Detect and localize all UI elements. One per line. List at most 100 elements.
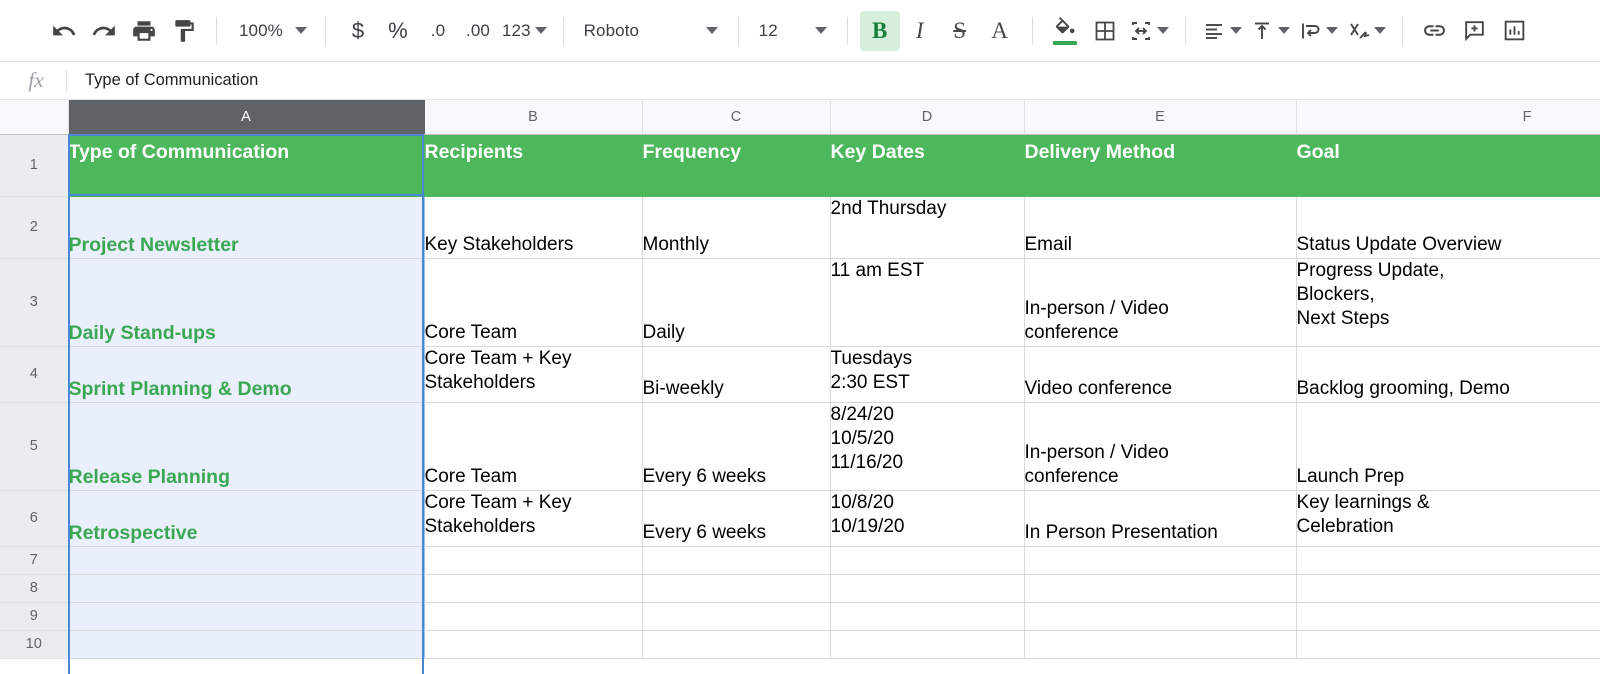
cell-e5[interactable]: In-person / Video conference bbox=[1024, 402, 1297, 491]
row-header-9[interactable]: 9 bbox=[0, 602, 69, 631]
cell-a4[interactable]: Sprint Planning & Demo bbox=[68, 346, 425, 403]
cell-b9[interactable] bbox=[424, 602, 643, 631]
cell-e1[interactable]: Delivery Method bbox=[1024, 134, 1297, 197]
cell-c6[interactable]: Every 6 weeks bbox=[642, 490, 831, 547]
vertical-align-button[interactable] bbox=[1246, 11, 1294, 51]
column-header-f[interactable]: F bbox=[1296, 100, 1600, 135]
cell-f2[interactable]: Status Update Overview bbox=[1296, 196, 1600, 259]
increase-decimal-button[interactable]: .00 bbox=[458, 11, 498, 51]
row-header-10[interactable]: 10 bbox=[0, 630, 69, 659]
row-header-7[interactable]: 7 bbox=[0, 546, 69, 575]
cell-e7[interactable] bbox=[1024, 546, 1297, 575]
insert-comment-button[interactable] bbox=[1455, 11, 1495, 51]
zoom-control[interactable]: 100% bbox=[229, 11, 313, 51]
cell-a5[interactable]: Release Planning bbox=[68, 402, 425, 491]
formula-bar[interactable]: fx Type of Communication bbox=[0, 62, 1600, 100]
cell-e6[interactable]: In Person Presentation bbox=[1024, 490, 1297, 547]
print-button[interactable] bbox=[124, 11, 164, 51]
cell-d2[interactable]: 2nd Thursday bbox=[830, 196, 1025, 259]
cell-b5[interactable]: Core Team bbox=[424, 402, 643, 491]
cell-e10[interactable] bbox=[1024, 630, 1297, 659]
cell-d9[interactable] bbox=[830, 602, 1025, 631]
horizontal-align-button[interactable] bbox=[1198, 11, 1246, 51]
cell-c8[interactable] bbox=[642, 574, 831, 603]
borders-button[interactable] bbox=[1085, 11, 1125, 51]
font-family-select[interactable]: Roboto bbox=[576, 11, 726, 51]
row-header-1[interactable]: 1 bbox=[0, 134, 69, 197]
bold-button[interactable]: B bbox=[859, 10, 900, 51]
text-wrap-button[interactable] bbox=[1294, 11, 1342, 51]
column-header-d[interactable]: D bbox=[830, 100, 1025, 135]
paint-format-button[interactable] bbox=[164, 11, 204, 51]
decrease-decimal-button[interactable]: .0 bbox=[418, 11, 458, 51]
cell-a10[interactable] bbox=[68, 630, 425, 659]
cell-d4[interactable]: Tuesdays 2:30 EST bbox=[830, 346, 1025, 403]
cell-c7[interactable] bbox=[642, 546, 831, 575]
cell-b2[interactable]: Key Stakeholders bbox=[424, 196, 643, 259]
cell-a3[interactable]: Daily Stand-ups bbox=[68, 258, 425, 347]
cell-b10[interactable] bbox=[424, 630, 643, 659]
font-size-select[interactable]: 12 bbox=[751, 11, 835, 51]
row-header-5[interactable]: 5 bbox=[0, 402, 69, 491]
cell-a1[interactable]: Type of Communication bbox=[68, 134, 425, 197]
cell-e8[interactable] bbox=[1024, 574, 1297, 603]
cell-c2[interactable]: Monthly bbox=[642, 196, 831, 259]
cell-f8[interactable] bbox=[1296, 574, 1600, 603]
cell-a9[interactable] bbox=[68, 602, 425, 631]
cell-c9[interactable] bbox=[642, 602, 831, 631]
more-formats-button[interactable]: 123 bbox=[498, 11, 551, 51]
text-rotation-button[interactable] bbox=[1342, 11, 1390, 51]
cell-e3[interactable]: In-person / Video conference bbox=[1024, 258, 1297, 347]
cell-c3[interactable]: Daily bbox=[642, 258, 831, 347]
redo-button[interactable] bbox=[84, 11, 124, 51]
cell-d6[interactable]: 10/8/20 10/19/20 bbox=[830, 490, 1025, 547]
strikethrough-button[interactable]: S bbox=[940, 11, 980, 51]
cell-e9[interactable] bbox=[1024, 602, 1297, 631]
cell-f3[interactable]: Progress Update, Blockers, Next Steps bbox=[1296, 258, 1600, 347]
text-color-button[interactable]: A bbox=[980, 11, 1020, 51]
cell-f1[interactable]: Goal bbox=[1296, 134, 1600, 197]
merge-cells-button[interactable] bbox=[1125, 11, 1173, 51]
cell-f9[interactable] bbox=[1296, 602, 1600, 631]
insert-link-button[interactable] bbox=[1415, 11, 1455, 51]
cell-f7[interactable] bbox=[1296, 546, 1600, 575]
cell-a6[interactable]: Retrospective bbox=[68, 490, 425, 547]
row-header-4[interactable]: 4 bbox=[0, 346, 69, 403]
cell-d7[interactable] bbox=[830, 546, 1025, 575]
cell-f6[interactable]: Key learnings & Celebration bbox=[1296, 490, 1600, 547]
row-header-8[interactable]: 8 bbox=[0, 574, 69, 603]
cell-d10[interactable] bbox=[830, 630, 1025, 659]
cell-f5[interactable]: Launch Prep bbox=[1296, 402, 1600, 491]
cell-c5[interactable]: Every 6 weeks bbox=[642, 402, 831, 491]
undo-button[interactable] bbox=[44, 11, 84, 51]
cell-b3[interactable]: Core Team bbox=[424, 258, 643, 347]
percent-format-button[interactable]: % bbox=[378, 11, 418, 51]
currency-format-button[interactable]: $ bbox=[338, 11, 378, 51]
cell-b8[interactable] bbox=[424, 574, 643, 603]
cell-a7[interactable] bbox=[68, 546, 425, 575]
cell-d5[interactable]: 8/24/20 10/5/20 11/16/20 bbox=[830, 402, 1025, 491]
cell-b1[interactable]: Recipients bbox=[424, 134, 643, 197]
column-header-b[interactable]: B bbox=[424, 100, 643, 135]
cell-d1[interactable]: Key Dates bbox=[830, 134, 1025, 197]
cell-b4[interactable]: Core Team + Key Stakeholders bbox=[424, 346, 643, 403]
cell-a8[interactable] bbox=[68, 574, 425, 603]
row-header-2[interactable]: 2 bbox=[0, 196, 69, 259]
cell-d8[interactable] bbox=[830, 574, 1025, 603]
cell-b7[interactable] bbox=[424, 546, 643, 575]
row-header-3[interactable]: 3 bbox=[0, 258, 69, 347]
insert-chart-button[interactable] bbox=[1495, 11, 1535, 51]
row-header-6[interactable]: 6 bbox=[0, 490, 69, 547]
italic-button[interactable]: I bbox=[900, 11, 940, 51]
select-all-corner[interactable] bbox=[0, 100, 69, 135]
cell-f4[interactable]: Backlog grooming, Demo bbox=[1296, 346, 1600, 403]
cell-f10[interactable] bbox=[1296, 630, 1600, 659]
cell-c1[interactable]: Frequency bbox=[642, 134, 831, 197]
column-header-a[interactable]: A bbox=[68, 100, 425, 135]
cell-a2[interactable]: Project Newsletter bbox=[68, 196, 425, 259]
cell-d3[interactable]: 11 am EST bbox=[830, 258, 1025, 347]
column-header-e[interactable]: E bbox=[1024, 100, 1297, 135]
column-header-c[interactable]: C bbox=[642, 100, 831, 135]
cell-e2[interactable]: Email bbox=[1024, 196, 1297, 259]
fill-color-button[interactable] bbox=[1045, 11, 1085, 51]
